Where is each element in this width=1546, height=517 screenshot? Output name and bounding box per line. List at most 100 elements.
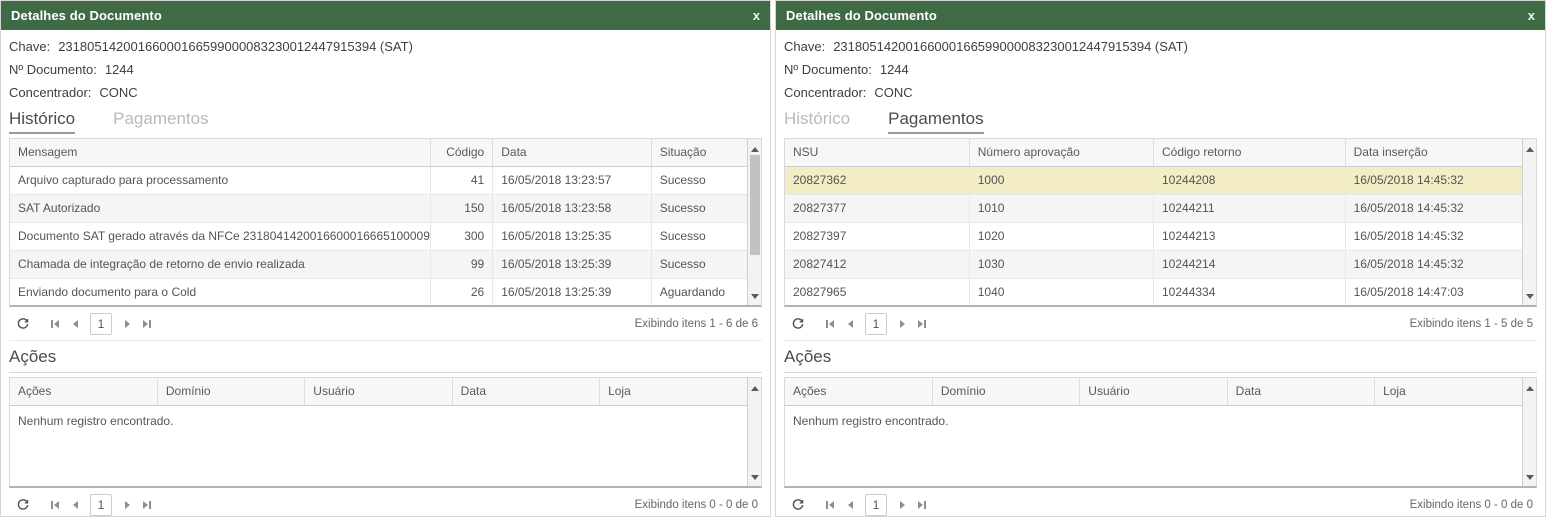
column-header[interactable]: Usuário (305, 378, 452, 405)
scroll-up-icon[interactable] (1526, 386, 1534, 391)
scroll-down-icon[interactable] (751, 475, 759, 480)
table-cell[interactable]: 20827362 (785, 166, 969, 194)
refresh-icon[interactable] (788, 494, 808, 516)
last-page-button[interactable] (137, 313, 157, 335)
scroll-down-icon[interactable] (751, 294, 759, 299)
scroll-up-icon[interactable] (1526, 147, 1534, 152)
table-row[interactable]: 2082796510401024433416/05/2018 14:47:03 (785, 278, 1522, 306)
scroll-down-icon[interactable] (1526, 294, 1534, 299)
table-cell[interactable]: Arquivo capturado para processamento (10, 166, 430, 194)
current-page-input[interactable]: 1 (90, 313, 112, 335)
tab-historico[interactable]: Histórico (9, 109, 75, 134)
last-page-button[interactable] (912, 494, 932, 516)
table-cell[interactable]: 16/05/2018 14:47:03 (1345, 278, 1522, 306)
next-page-button[interactable] (892, 494, 912, 516)
previous-page-button[interactable] (840, 494, 860, 516)
column-header[interactable]: Domínio (932, 378, 1079, 405)
table-cell[interactable]: 1010 (969, 194, 1153, 222)
table-cell[interactable]: 16/05/2018 13:23:58 (493, 194, 651, 222)
table-cell[interactable]: 10244208 (1154, 166, 1346, 194)
table-cell[interactable]: 1020 (969, 222, 1153, 250)
column-header[interactable]: Data inserção (1345, 139, 1522, 166)
table-cell[interactable]: 16/05/2018 14:45:32 (1345, 222, 1522, 250)
table-row[interactable]: Documento SAT gerado através da NFCe 231… (10, 222, 747, 250)
table-cell[interactable]: 41 (430, 166, 493, 194)
next-page-button[interactable] (117, 313, 137, 335)
table-row[interactable]: 2082737710101024421116/05/2018 14:45:32 (785, 194, 1522, 222)
table-cell[interactable]: 16/05/2018 13:25:39 (493, 250, 651, 278)
close-icon[interactable]: x (753, 9, 760, 22)
table-cell[interactable]: 10244213 (1154, 222, 1346, 250)
column-header[interactable]: NSU (785, 139, 969, 166)
table-cell[interactable]: Chamada de integração de retorno de envi… (10, 250, 430, 278)
table-cell[interactable]: 16/05/2018 14:45:32 (1345, 250, 1522, 278)
column-header[interactable]: Data (493, 139, 651, 166)
column-header[interactable]: Mensagem (10, 139, 430, 166)
table-cell[interactable]: 99 (430, 250, 493, 278)
last-page-button[interactable] (912, 313, 932, 335)
table-cell[interactable]: 20827397 (785, 222, 969, 250)
table-cell[interactable]: 150 (430, 194, 493, 222)
scroll-up-icon[interactable] (751, 147, 759, 152)
refresh-icon[interactable] (13, 313, 33, 335)
table-cell[interactable]: 16/05/2018 13:25:35 (493, 222, 651, 250)
table-cell[interactable]: Sucesso (651, 222, 747, 250)
table-row[interactable]: Arquivo capturado para processamento4116… (10, 166, 747, 194)
column-header[interactable]: Usuário (1080, 378, 1227, 405)
table-cell[interactable]: Sucesso (651, 194, 747, 222)
scrollbar[interactable] (747, 139, 761, 305)
column-header[interactable]: Código (430, 139, 493, 166)
current-page-input[interactable]: 1 (865, 313, 887, 335)
table-cell[interactable]: Sucesso (651, 166, 747, 194)
next-page-button[interactable] (892, 313, 912, 335)
table-row[interactable]: Chamada de integração de retorno de envi… (10, 250, 747, 278)
scrollbar[interactable] (747, 378, 761, 486)
table-cell[interactable]: 20827965 (785, 278, 969, 306)
column-header[interactable]: Loja (1375, 378, 1522, 405)
tab-pagamentos[interactable]: Pagamentos (113, 109, 208, 134)
current-page-input[interactable]: 1 (90, 494, 112, 516)
table-cell[interactable]: Enviando documento para o Cold (10, 278, 430, 306)
refresh-icon[interactable] (13, 494, 33, 516)
next-page-button[interactable] (117, 494, 137, 516)
table-cell[interactable]: 20827412 (785, 250, 969, 278)
scrollbar-thumb[interactable] (750, 155, 760, 255)
scroll-down-icon[interactable] (1526, 475, 1534, 480)
table-row[interactable]: Enviando documento para o Cold2616/05/20… (10, 278, 747, 306)
first-page-button[interactable] (820, 313, 840, 335)
table-cell[interactable]: 20827377 (785, 194, 969, 222)
table-cell[interactable]: 10244211 (1154, 194, 1346, 222)
scroll-up-icon[interactable] (751, 386, 759, 391)
table-cell[interactable]: SAT Autorizado (10, 194, 430, 222)
first-page-button[interactable] (45, 494, 65, 516)
previous-page-button[interactable] (840, 313, 860, 335)
column-header[interactable]: Data (452, 378, 599, 405)
column-header[interactable]: Ações (785, 378, 932, 405)
table-row[interactable]: 2082739710201024421316/05/2018 14:45:32 (785, 222, 1522, 250)
refresh-icon[interactable] (788, 313, 808, 335)
table-cell[interactable]: 16/05/2018 13:25:39 (493, 278, 651, 306)
column-header[interactable]: Data (1227, 378, 1374, 405)
first-page-button[interactable] (820, 494, 840, 516)
table-cell[interactable]: 1040 (969, 278, 1153, 306)
close-icon[interactable]: x (1528, 9, 1535, 22)
tab-pagamentos[interactable]: Pagamentos (888, 109, 983, 134)
current-page-input[interactable]: 1 (865, 494, 887, 516)
first-page-button[interactable] (45, 313, 65, 335)
scrollbar[interactable] (1522, 139, 1536, 305)
table-cell[interactable]: 26 (430, 278, 493, 306)
table-cell[interactable]: 1030 (969, 250, 1153, 278)
table-cell[interactable]: 10244214 (1154, 250, 1346, 278)
table-cell[interactable]: 16/05/2018 14:45:32 (1345, 166, 1522, 194)
table-cell[interactable]: 16/05/2018 13:23:57 (493, 166, 651, 194)
table-cell[interactable]: 1000 (969, 166, 1153, 194)
table-cell[interactable]: 10244334 (1154, 278, 1346, 306)
column-header[interactable]: Número aprovação (969, 139, 1153, 166)
previous-page-button[interactable] (65, 494, 85, 516)
scrollbar[interactable] (1522, 378, 1536, 486)
table-cell[interactable]: 300 (430, 222, 493, 250)
column-header[interactable]: Ações (10, 378, 157, 405)
previous-page-button[interactable] (65, 313, 85, 335)
table-row[interactable]: SAT Autorizado15016/05/2018 13:23:58Suce… (10, 194, 747, 222)
table-row[interactable]: 2082741210301024421416/05/2018 14:45:32 (785, 250, 1522, 278)
